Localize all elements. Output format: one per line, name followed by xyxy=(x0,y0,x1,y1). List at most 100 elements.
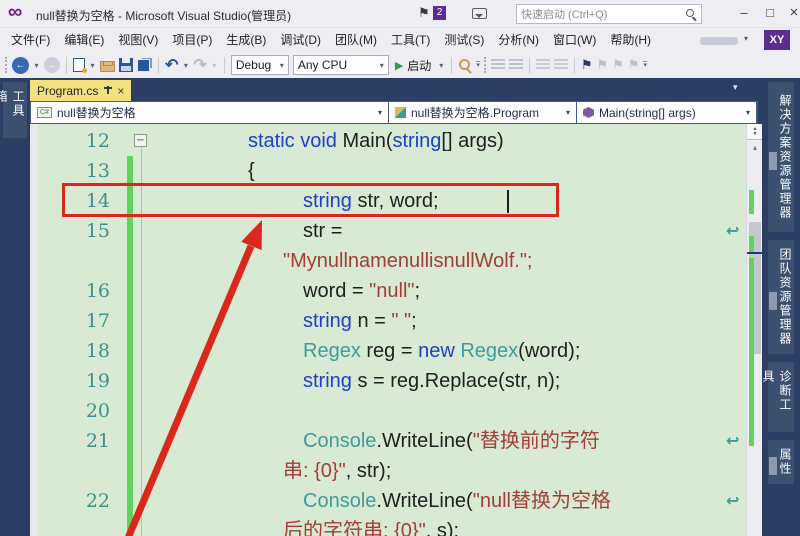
menu-item-analyze[interactable]: 分析(N) xyxy=(491,28,546,52)
document-well-dropdown-icon[interactable]: ▾ xyxy=(733,82,738,93)
code-text: word = "null"; xyxy=(303,276,420,306)
document-tab-label: Program.cs xyxy=(37,84,98,98)
vertical-scrollbar[interactable]: ▴ ▾ ▴ xyxy=(746,124,762,536)
code-token: Regex xyxy=(455,340,518,362)
undo-button[interactable]: ↶ xyxy=(165,55,178,75)
solution-platform-combo[interactable]: Any CPU▾ xyxy=(293,55,389,75)
navigate-forward-button[interactable]: → xyxy=(44,57,60,73)
prev-bookmark-icon[interactable]: ⚑ xyxy=(596,57,608,73)
user-dropdown-icon[interactable]: ▾ xyxy=(744,34,748,43)
line-number xyxy=(30,516,110,536)
feedback-icon[interactable] xyxy=(472,8,487,19)
search-icon xyxy=(685,8,697,20)
code-token: " " xyxy=(391,310,411,332)
menu-item-project[interactable]: 项目(P) xyxy=(165,28,219,52)
dock-tab-label: 解决方案资源管理器 xyxy=(777,94,794,220)
code-text: 串: {0}", str); xyxy=(283,456,391,486)
project-dropdown-label: null替换为空格 xyxy=(57,104,136,121)
dock-tab-properties[interactable]: 属性 xyxy=(768,440,794,484)
close-button[interactable]: × xyxy=(782,0,800,26)
signed-in-user-name[interactable] xyxy=(700,37,738,45)
quick-launch-search-input[interactable]: 快速启动 (Ctrl+Q) xyxy=(516,4,702,24)
new-item-icon[interactable] xyxy=(73,58,85,72)
toolbar-overflow-icon[interactable]: ▾ xyxy=(476,61,480,69)
navigate-back-dropdown-icon[interactable]: ▾ xyxy=(33,61,40,70)
member-dropdown[interactable]: Main(string[] args)▾ xyxy=(577,102,757,123)
code-token: n = xyxy=(352,310,391,332)
toolbar-separator xyxy=(574,57,575,74)
code-text: Console.WriteLine("null替换为空格 xyxy=(303,486,611,516)
line-number xyxy=(30,246,110,276)
clear-bookmarks-icon[interactable]: ⚑ xyxy=(628,57,640,73)
navigate-back-button[interactable]: ← xyxy=(12,57,29,74)
scroll-up-icon[interactable]: ▴ xyxy=(747,141,763,154)
pin-icon[interactable] xyxy=(103,85,112,96)
dock-tab-diagnostic-tools[interactable]: 诊断工具 xyxy=(768,362,794,432)
project-dropdown[interactable]: C#null替换为空格▾ xyxy=(31,102,389,123)
line-number: 21 xyxy=(30,426,110,456)
menu-item-build[interactable]: 生成(B) xyxy=(219,28,273,52)
minimize-button[interactable]: – xyxy=(732,0,756,26)
start-debug-button[interactable]: ▶启动▾ xyxy=(393,57,446,74)
code-text: static void Main(string[] args) xyxy=(248,126,504,156)
notifications-flag-icon[interactable]: ⚑ xyxy=(418,5,430,21)
toolbox-tab-label: 工具箱 xyxy=(0,90,27,130)
code-token: new xyxy=(418,340,455,362)
save-all-icon[interactable] xyxy=(137,58,152,72)
undo-dropdown-icon[interactable]: ▾ xyxy=(182,61,189,70)
save-icon[interactable] xyxy=(119,58,133,72)
menu-item-team[interactable]: 团队(M) xyxy=(328,28,384,52)
code-token: string xyxy=(303,310,352,332)
maximize-button[interactable]: □ xyxy=(758,0,782,26)
toolbar-items: ←▾→▾↶▾↷▾Debug▾Any CPU▾▶启动▾▾⚑⚑⚑⚑▾ xyxy=(0,52,800,78)
menu-item-edit[interactable]: 编辑(E) xyxy=(57,28,111,52)
code-token: [] args) xyxy=(441,130,503,152)
menu-item-window[interactable]: 窗口(W) xyxy=(546,28,603,52)
toggle-bookmark-icon[interactable]: ⚑ xyxy=(581,57,593,73)
user-avatar[interactable]: XY xyxy=(764,30,790,50)
increase-indent-icon[interactable] xyxy=(554,59,568,71)
code-token: .WriteLine( xyxy=(376,430,472,452)
line-number: 12 xyxy=(30,126,110,156)
dock-tab-team-explorer[interactable]: 团队资源管理器 xyxy=(768,240,794,354)
close-tab-icon[interactable]: × xyxy=(117,84,124,98)
open-file-icon[interactable] xyxy=(100,61,115,72)
decrease-indent-icon[interactable] xyxy=(536,59,550,71)
chevron-down-icon: ▾ xyxy=(566,108,570,117)
code-editor[interactable]: − 12static void Main(string[] args)13{14… xyxy=(30,124,746,536)
comment-out-icon[interactable] xyxy=(491,59,505,71)
splitter-handle[interactable]: ▴ ▾ xyxy=(747,124,763,140)
editor-navigation-bar: C#null替换为空格▾null替换为空格.Program▾Main(strin… xyxy=(30,101,758,124)
visual-studio-logo-icon: ∞ xyxy=(8,1,22,24)
toolbar-overflow-icon[interactable]: ▾ xyxy=(643,61,647,69)
code-token: , s); xyxy=(426,520,459,536)
find-in-files-icon[interactable] xyxy=(458,58,472,72)
new-item-dropdown-icon[interactable]: ▾ xyxy=(89,61,96,70)
dock-tab-solution-explorer[interactable]: 解决方案资源管理器 xyxy=(768,82,794,232)
method-icon xyxy=(583,107,594,118)
document-tab-program-cs[interactable]: Program.cs × xyxy=(30,80,131,101)
code-token: static void xyxy=(248,130,342,152)
toolbar-grip[interactable] xyxy=(5,57,8,73)
word-wrap-return-icon: ↩ xyxy=(726,486,739,516)
menu-item-view[interactable]: 视图(V) xyxy=(111,28,165,52)
menu-item-test[interactable]: 测试(S) xyxy=(437,28,491,52)
code-row: "MynullnamenullisnullWolf."; xyxy=(30,246,746,276)
code-text: string s = reg.Replace(str, n); xyxy=(303,366,560,396)
redo-dropdown-icon[interactable]: ▾ xyxy=(211,61,218,70)
solution-configuration-combo[interactable]: Debug▾ xyxy=(231,55,289,75)
menu-item-help[interactable]: 帮助(H) xyxy=(603,28,658,52)
main-area: 工具箱 Program.cs × ▾ C#null替换为空格▾null替换为空格… xyxy=(0,78,800,536)
dock-tab-toolbox[interactable]: 工具箱 xyxy=(3,82,27,138)
menu-item-tools[interactable]: 工具(T) xyxy=(384,28,437,52)
menu-item-debug[interactable]: 调试(D) xyxy=(273,28,328,52)
next-bookmark-icon[interactable]: ⚑ xyxy=(612,57,624,73)
type-dropdown[interactable]: null替换为空格.Program▾ xyxy=(389,102,577,123)
uncomment-icon[interactable] xyxy=(509,59,523,71)
toolbar-grip[interactable] xyxy=(484,57,487,73)
code-row: 18Regex reg = new Regex(word); xyxy=(30,336,746,366)
code-token: "替换前的字符 xyxy=(473,430,600,452)
code-token: ; xyxy=(415,280,421,302)
menu-item-file[interactable]: 文件(F) xyxy=(4,28,57,52)
redo-button[interactable]: ↷ xyxy=(193,55,206,75)
